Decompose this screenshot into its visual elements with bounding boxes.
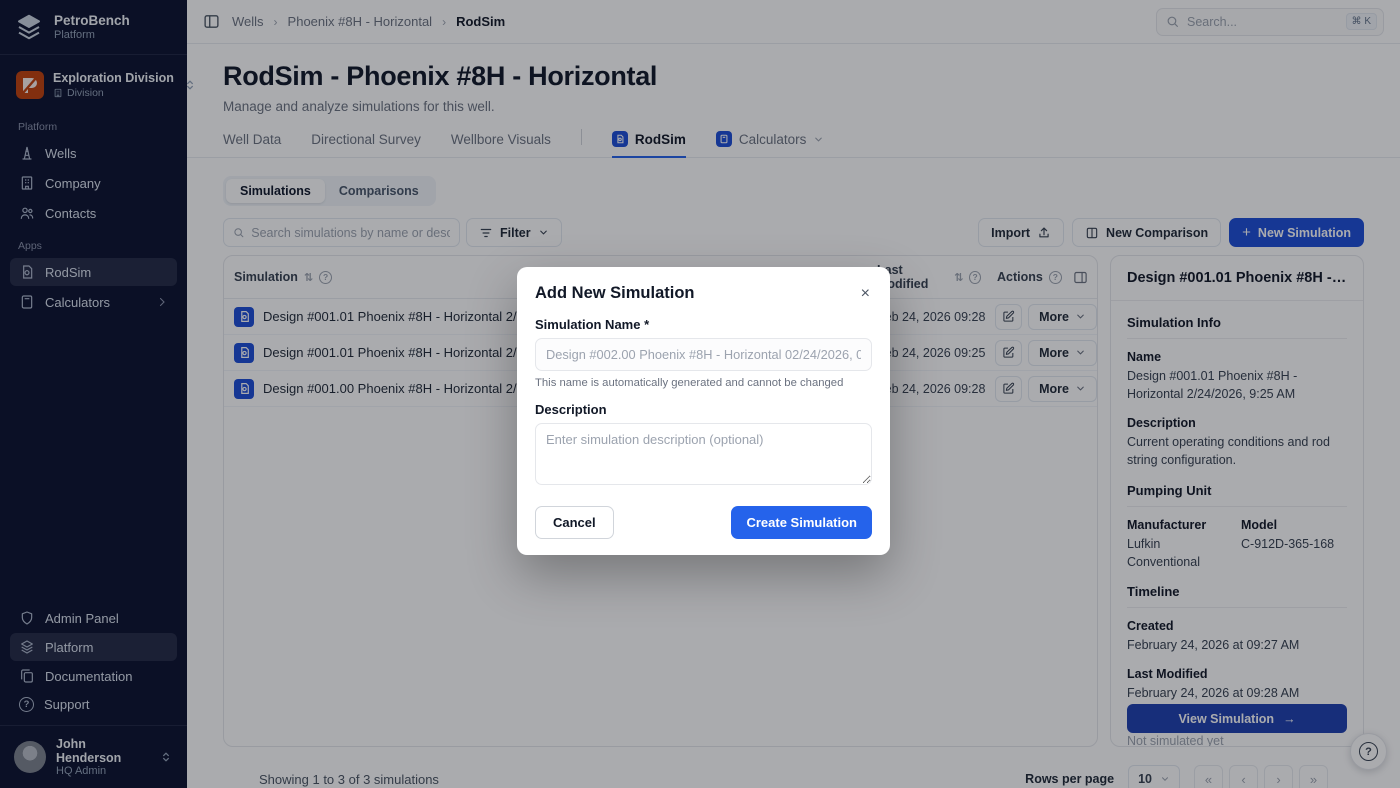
name-helper-text: This name is automatically generated and…	[535, 377, 872, 389]
cancel-button[interactable]: Cancel	[535, 506, 614, 539]
add-simulation-modal: Add New Simulation × Simulation Name * T…	[517, 267, 890, 555]
description-field[interactable]	[535, 423, 872, 485]
close-icon[interactable]: ×	[859, 284, 872, 304]
description-label: Description	[535, 402, 872, 417]
simulation-name-label: Simulation Name *	[535, 317, 872, 332]
simulation-name-field[interactable]	[535, 338, 872, 371]
modal-title: Add New Simulation	[535, 284, 695, 303]
create-simulation-button[interactable]: Create Simulation	[731, 506, 872, 539]
